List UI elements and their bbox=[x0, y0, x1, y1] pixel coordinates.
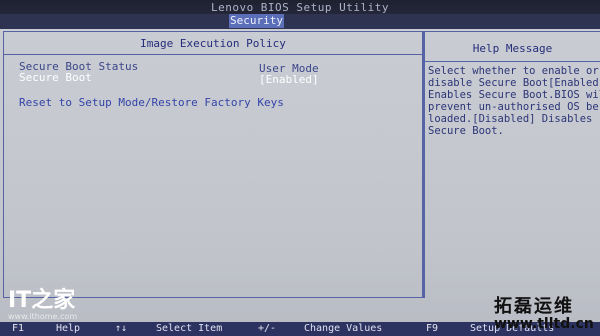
help-text: Select whether to enable or disable Secu… bbox=[428, 65, 600, 137]
help-panel: Help Message Select whether to enable or… bbox=[425, 31, 600, 298]
tlltd-title: 拓磊运维 bbox=[494, 296, 574, 317]
ithome-url: www.ithome.com bbox=[8, 312, 78, 321]
bios-screen: Lenovo BIOS Setup Utility Security Image… bbox=[0, 0, 600, 336]
secure-boot-value[interactable]: [Enabled] bbox=[259, 73, 319, 86]
header-divider bbox=[4, 54, 422, 55]
f9-key: F9 bbox=[426, 323, 439, 334]
help-key-desc: Help bbox=[56, 323, 81, 334]
plus-minus-key: +/- bbox=[258, 323, 277, 334]
tlltd-watermark: 拓磊运维 www.tlltd.cn bbox=[494, 292, 594, 332]
select-item-desc: Select Item bbox=[156, 323, 223, 334]
help-header-divider bbox=[425, 61, 600, 62]
arrow-keys-icon: ↑↓ bbox=[115, 323, 128, 334]
main-panel: Image Execution Policy Secure Boot Statu… bbox=[3, 31, 423, 298]
f1-key: F1 bbox=[12, 323, 25, 334]
help-title: Help Message bbox=[472, 42, 553, 55]
tab-bar bbox=[0, 14, 600, 29]
change-values-desc: Change Values bbox=[304, 323, 383, 334]
reset-keys-option[interactable]: Reset to Setup Mode/Restore Factory Keys bbox=[19, 96, 284, 109]
ithome-watermark: IT之家 www.ithome.com bbox=[8, 288, 78, 322]
tlltd-url: www.tlltd.cn bbox=[494, 316, 594, 332]
tab-security[interactable]: Security bbox=[229, 14, 284, 28]
ithome-logo: IT之家 bbox=[8, 288, 76, 313]
secure-boot-label[interactable]: Secure Boot bbox=[19, 71, 92, 84]
panel-title: Image Execution Policy bbox=[140, 37, 286, 50]
